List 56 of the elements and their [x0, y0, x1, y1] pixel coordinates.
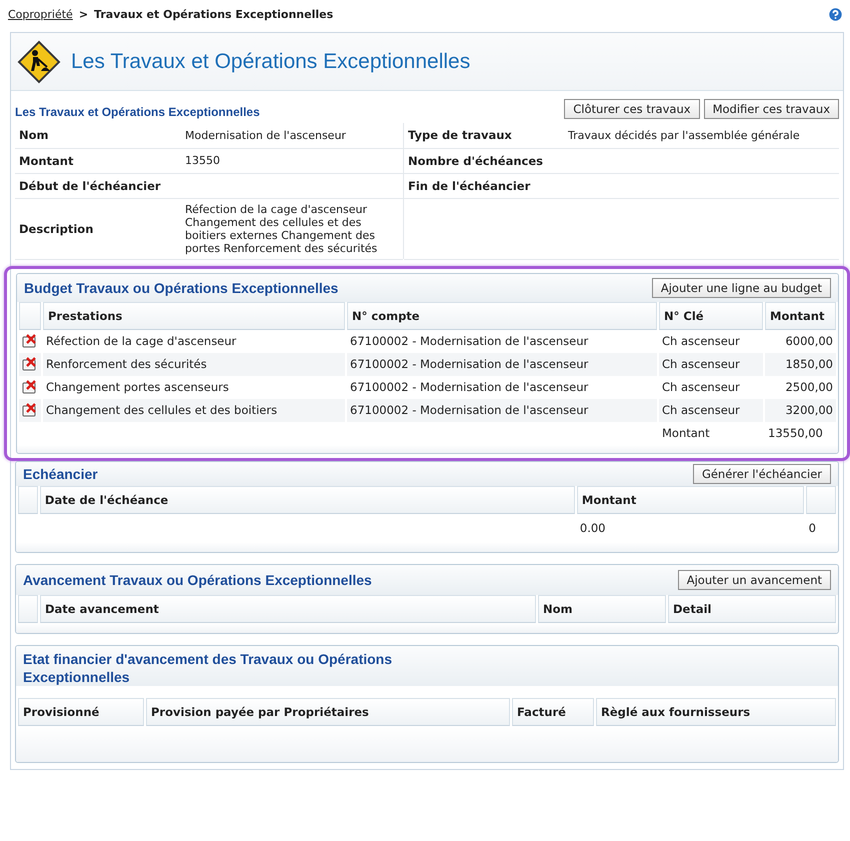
panel-title: Budget Travaux ou Opérations Exceptionnelles	[24, 278, 338, 296]
column-header: Provision payée par Propriétaires	[146, 698, 510, 726]
table-header	[18, 594, 38, 622]
field-label: Description	[15, 198, 181, 259]
field-label: Nombre d'échéances	[408, 154, 543, 168]
field-label: Fin de l'échéancier	[408, 178, 530, 192]
table-cell: 67100002 - Modernisation de l'ascenseur	[347, 352, 657, 376]
field-value: 13550	[185, 154, 220, 167]
add-budget-line-button[interactable]: Ajouter une ligne au budget	[652, 278, 831, 298]
column-header: N° compte	[347, 302, 657, 330]
field-label: Nom	[15, 123, 181, 148]
field-label: Type de travaux	[408, 128, 512, 142]
field-value: Travaux décidés par l'assemblée générale	[568, 128, 800, 142]
column-header: Montant	[765, 302, 836, 330]
table-cell: Changement des cellules et des boitiers	[43, 398, 345, 422]
field-value: Réfection de la cage d'ascenseur Changement des cellules et des boitiers externes Changement des portes Renforcement des sécurités	[185, 202, 378, 254]
field-value: Modernisation de l'ascenseur	[185, 128, 346, 142]
table-cell: Renforcement des sécurités	[43, 352, 345, 376]
road-work-icon	[17, 40, 61, 84]
delete-icon[interactable]	[22, 380, 37, 394]
column-header: Facturé	[512, 698, 594, 726]
column-header: Detail	[668, 594, 836, 622]
column-header: Provisionné	[18, 698, 144, 726]
breadcrumb-current: Travaux et Opérations Exceptionnelles	[94, 8, 334, 20]
panel-title: Etat financier d'avancement des Travaux ou Opérations Exceptionnelles	[23, 650, 394, 686]
panel-title: Avancement Travaux ou Opérations Exceptionnelles	[23, 570, 372, 588]
action-button[interactable]: Modifier ces travaux	[704, 99, 839, 119]
generate-schedule-button[interactable]: Générer l'échéancier	[692, 464, 831, 484]
column-header: N° Clé	[659, 302, 763, 330]
field-label: Montant	[15, 148, 181, 173]
table-cell: 1850,00	[765, 352, 836, 376]
panel-title: Echéancier	[23, 464, 98, 482]
page-title: Les Travaux et Opérations Exceptionnelles	[71, 50, 470, 74]
breadcrumb-separator: >	[78, 8, 88, 20]
field-label: Début de l'échéancier	[15, 173, 181, 198]
delete-icon[interactable]	[22, 357, 37, 372]
table-cell: Ch ascenseur	[659, 398, 763, 422]
breadcrumb-link[interactable]: Copropriété	[8, 8, 73, 20]
delete-icon[interactable]	[22, 334, 37, 348]
help-icon[interactable]	[827, 6, 844, 22]
table-header	[19, 302, 41, 330]
table-header	[806, 486, 836, 514]
add-progress-button[interactable]: Ajouter un avancement	[678, 570, 831, 590]
column-header: Date avancement	[40, 594, 536, 622]
table-cell: Ch ascenseur	[659, 352, 763, 376]
column-header: Date de l'échéance	[40, 486, 575, 514]
section-title: Les Travaux et Opérations Exceptionnelles	[15, 105, 260, 119]
action-button[interactable]: Clôturer ces travaux	[564, 99, 700, 119]
table-cell: 3200,00	[765, 398, 836, 422]
table-cell: 67100002 - Modernisation de l'ascenseur	[347, 398, 657, 422]
delete-icon[interactable]	[22, 403, 37, 418]
column-header: Prestations	[43, 302, 345, 330]
column-header: Montant	[576, 486, 804, 514]
column-header: Nom	[538, 594, 666, 622]
table-header	[18, 486, 38, 514]
column-header: Règlé aux fournisseurs	[596, 698, 836, 726]
